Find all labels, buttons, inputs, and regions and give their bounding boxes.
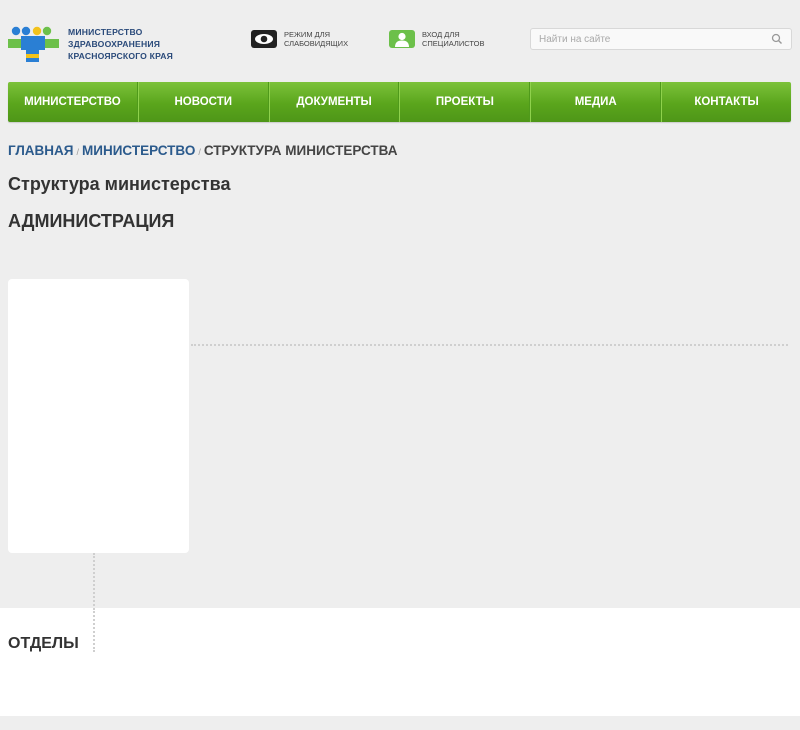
logo-line: КРАСНОЯРСКОГО КРАЯ (68, 51, 174, 61)
nav-item-documents[interactable]: ДОКУМЕНТЫ (268, 82, 400, 122)
connector-line-horizontal (191, 344, 788, 346)
search-input[interactable] (531, 29, 761, 50)
breadcrumb-separator: / (198, 147, 201, 157)
specialists-login-button[interactable]: ВХОД ДЛЯ СПЕЦИАЛИСТОВ (389, 28, 484, 50)
connector-line-vertical (93, 608, 95, 652)
main-nav: МИНИСТЕРСТВО НОВОСТИ ДОКУМЕНТЫ ПРОЕКТЫ М… (8, 82, 791, 122)
administration-heading: АДМИНИСТРАЦИЯ (8, 211, 175, 231)
search-icon[interactable] (771, 33, 783, 45)
departments-section (0, 608, 800, 716)
eye-icon (251, 30, 277, 48)
logo-text: МИНИСТЕРСТВО ЗДРАВООХРАНЕНИЯ КРАСНОЯРСКО… (68, 26, 173, 62)
breadcrumb-link-ministry[interactable]: МИНИСТЕРСТВО (82, 143, 195, 158)
breadcrumb-current: СТРУКТУРА МИНИСТЕРСТВА (203, 143, 398, 158)
site-header: МИНИСТЕРСТВО ЗДРАВООХРАНЕНИЯ КРАСНОЯРСКО… (0, 0, 800, 80)
nav-item-ministry[interactable]: МИНИСТЕРСТВО (8, 82, 138, 122)
departments-heading: ОТДЕЛЫ (8, 635, 79, 652)
specialists-login-label: ВХОД ДЛЯ СПЕЦИАЛИСТОВ (422, 30, 485, 48)
breadcrumb: ГЛАВНАЯ / МИНИСТЕРСТВО / СТРУКТУРА МИНИСТЕРС… (8, 143, 397, 158)
breadcrumb-separator: / (76, 147, 80, 157)
site-logo[interactable]: МИНИСТЕРСТВО ЗДРАВООХРАНЕНИЯ КРАСНОЯРСКО… (8, 26, 198, 66)
site-search (530, 28, 792, 50)
logo-line: МИНИСТЕРСТВО (68, 27, 143, 37)
nav-item-contacts[interactable]: КОНТАКТЫ (661, 82, 791, 122)
low-vision-mode-button[interactable]: РЕЖИМ ДЛЯ СЛАБОВИДЯЩИХ (251, 28, 348, 50)
logo-line: ЗДРАВООХРАНЕНИЯ (68, 39, 161, 49)
low-vision-mode-label: РЕЖИМ ДЛЯ СЛАБОВИДЯЩИХ (284, 30, 349, 48)
nav-item-media[interactable]: МЕДИА (530, 82, 662, 122)
breadcrumb-link-home[interactable]: ГЛАВНАЯ (8, 143, 74, 158)
logo-emblem-icon (8, 26, 59, 62)
page-title: Структура министерства (8, 174, 231, 194)
nav-item-news[interactable]: НОВОСТИ (137, 82, 269, 122)
administration-card[interactable] (8, 279, 189, 553)
nav-item-projects[interactable]: ПРОЕКТЫ (399, 82, 531, 122)
user-icon (389, 30, 415, 48)
